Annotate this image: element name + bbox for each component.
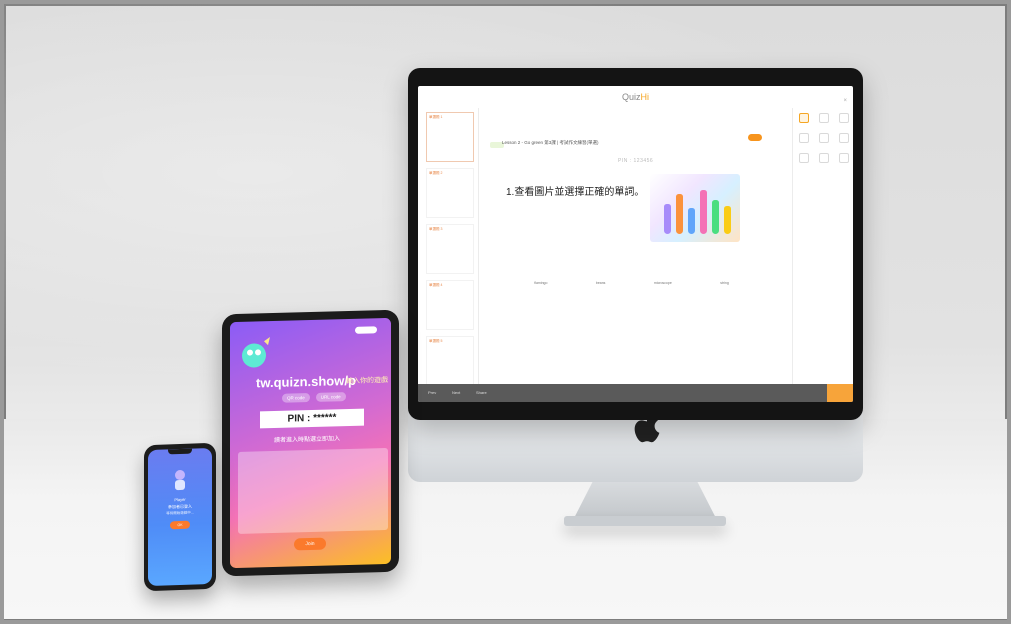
language-toggle[interactable] bbox=[355, 326, 377, 334]
test-tube bbox=[688, 208, 695, 234]
imac-monitor: QuizHi × 單選題 1 單選題 2 單選題 3 單選題 4 單選題 5 L… bbox=[408, 68, 863, 420]
answer-option[interactable]: flamingo bbox=[534, 281, 547, 285]
brand-name: Quiz bbox=[621, 92, 641, 102]
ipad: tw.quizn.show/p 輸入你的遊戲 QR code URL code … bbox=[222, 309, 399, 577]
settings-icon[interactable] bbox=[839, 153, 849, 163]
join-button[interactable]: Join bbox=[294, 537, 326, 551]
slide-label: 單選題 4 bbox=[429, 283, 443, 287]
answer-option[interactable]: microscope bbox=[654, 281, 672, 285]
qr-code-pill[interactable]: QR code bbox=[282, 393, 310, 403]
url-code-pill[interactable]: URL code bbox=[315, 392, 346, 402]
question-image[interactable] bbox=[650, 174, 740, 242]
answer-options: flamingo beans microscope string bbox=[510, 281, 753, 285]
toggle-switch[interactable] bbox=[748, 134, 762, 141]
waiting-text: 等待開始遊戲中... bbox=[166, 510, 194, 516]
phone-notch bbox=[168, 448, 192, 455]
brand-accent: Hi bbox=[640, 92, 650, 102]
test-tube bbox=[676, 194, 683, 234]
app-header: QuizHi × bbox=[418, 86, 853, 108]
multi-choice-icon[interactable] bbox=[819, 113, 829, 123]
player-avatar-icon bbox=[175, 469, 185, 491]
slide-thumbnail[interactable]: 單選題 1 bbox=[426, 112, 474, 162]
question-text[interactable]: 1.查看圖片並選擇正確的單詞。 bbox=[506, 183, 644, 198]
answer-option[interactable]: beans bbox=[596, 281, 606, 285]
mascot-logo-icon bbox=[242, 337, 270, 368]
player-list-area bbox=[238, 447, 388, 534]
slide-thumbnail[interactable]: 單選題 3 bbox=[426, 224, 474, 274]
test-tube bbox=[724, 206, 731, 234]
join-url: tw.quizn.show/p bbox=[256, 372, 356, 391]
join-hint: 讀者進入時點選立即加入 bbox=[274, 436, 341, 444]
test-tube bbox=[700, 190, 707, 234]
order-icon[interactable] bbox=[839, 133, 849, 143]
score-icon[interactable] bbox=[819, 153, 829, 163]
player-name: Player bbox=[174, 496, 186, 503]
slide-label: 單選題 3 bbox=[429, 227, 443, 231]
question-type-panel bbox=[792, 108, 853, 384]
timer-icon[interactable] bbox=[799, 153, 809, 163]
test-tube bbox=[664, 204, 671, 234]
pin-display: PIN : 123456 bbox=[618, 158, 654, 164]
next-button[interactable]: Next bbox=[452, 384, 460, 402]
poll-icon[interactable] bbox=[839, 113, 849, 123]
share-button[interactable]: Share bbox=[476, 384, 487, 402]
slide-label: 單選題 1 bbox=[429, 115, 443, 119]
test-tube bbox=[712, 200, 719, 234]
slide-label: 單選題 2 bbox=[429, 171, 443, 175]
answer-option[interactable]: string bbox=[720, 281, 729, 285]
bottom-toolbar: Prev Next Share bbox=[418, 384, 853, 402]
quiz-editor-screen: QuizHi × 單選題 1 單選題 2 單選題 3 單選題 4 單選題 5 L… bbox=[418, 86, 853, 402]
imac-foot bbox=[564, 516, 726, 526]
slide-thumbnail[interactable]: 單選題 5 bbox=[426, 336, 474, 386]
quiz-topic: Lesson 2 - Go green 第3課 | 考試作文練習(單選) bbox=[502, 140, 599, 145]
go-button[interactable] bbox=[827, 384, 853, 402]
ipad-join-screen: tw.quizn.show/p 輸入你的遊戲 QR code URL code … bbox=[230, 317, 391, 569]
slide-list: 單選題 1 單選題 2 單選題 3 單選題 4 單選題 5 bbox=[418, 108, 479, 386]
text-icon[interactable] bbox=[799, 133, 809, 143]
scene: QuizHi × 單選題 1 單選題 2 單選題 3 單選題 4 單選題 5 L… bbox=[4, 4, 1007, 620]
join-method-pills: QR code URL code bbox=[282, 392, 346, 403]
pin-box: PIN : ****** bbox=[260, 408, 364, 429]
iphone-player-screen: Player 參加者已登入 等待開始遊戲中... OK bbox=[148, 447, 212, 587]
join-url-suffix: 輸入你的遊戲 bbox=[346, 376, 388, 386]
slide-thumbnail[interactable]: 單選題 4 bbox=[426, 280, 474, 330]
slide-label: 單選題 5 bbox=[429, 339, 443, 343]
iphone: Player 參加者已登入 等待開始遊戲中... OK bbox=[144, 442, 216, 592]
ok-button[interactable]: OK bbox=[170, 520, 190, 530]
single-choice-icon[interactable] bbox=[799, 113, 809, 123]
prev-button[interactable]: Prev bbox=[428, 384, 436, 402]
image-icon[interactable] bbox=[819, 133, 829, 143]
slide-thumbnail[interactable]: 單選題 2 bbox=[426, 168, 474, 218]
